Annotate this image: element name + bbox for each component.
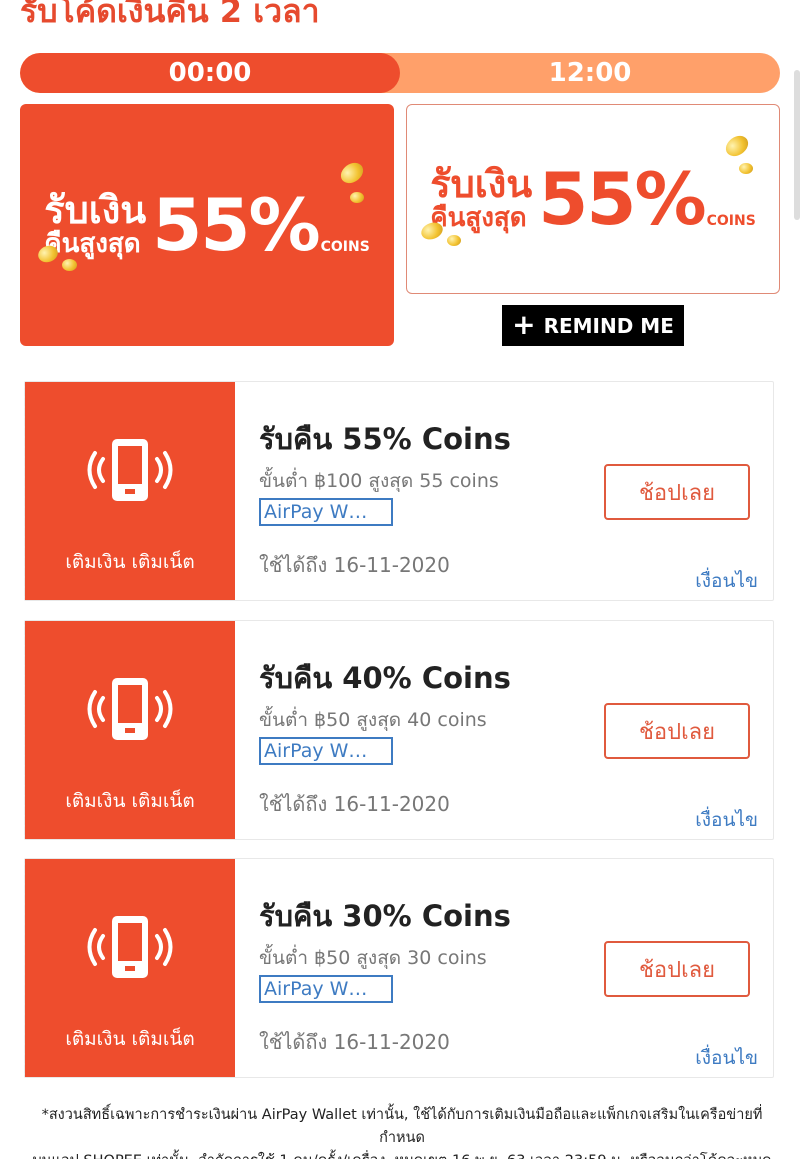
plus-icon: + [512,307,536,341]
active-slot-promo-banner: รับเงิน คืนสูงสุด 55% COINS [20,104,394,346]
promo-line1: รับเงิน [44,188,147,233]
footnote-line-2: บนแอป SHOPEE เท่านั้น, จำกัดการใช้ 1 คน/… [20,1150,784,1159]
remind-me-button[interactable]: + REMIND ME [502,305,684,346]
voucher-category-panel: เติมเงิน เติมเน็ต [21,621,235,839]
mobile-phone-signal-icon [87,678,173,740]
voucher-card: เติมเงิน เติมเน็ต รับคืน 30% Coins ขั้นต… [21,858,774,1078]
promo-unit: COINS [320,239,370,255]
terms-footnote: *สงวนสิทธิ์เฉพาะการชำระเงินผ่าน AirPay W… [20,1104,784,1159]
promo-percent: 55% [538,157,706,241]
voucher-payment-tag: AirPay W… [259,737,393,765]
gold-coin-icon [350,192,364,203]
promo-headline: รับเงิน คืนสูงสุด 55% COINS [430,157,756,241]
voucher-title: รับคืน 40% Coins [259,661,511,695]
shop-now-button[interactable]: ช้อปเลย [604,941,750,997]
mobile-phone-signal-icon [87,916,173,978]
time-slot-bar: 00:00 12:00 [20,53,780,93]
gold-coin-icon [62,259,77,271]
voucher-category-label: เติมเงิน เติมเน็ต [65,790,195,812]
scrollbar-thumb[interactable] [794,70,800,220]
promo-line2: คืนสูงสุด [44,229,141,260]
page-title: รับโค้ดเงินคืน 2 เวลา [20,0,320,30]
promo-percent: 55% [152,183,320,267]
shop-now-button[interactable]: ช้อปเลย [604,703,750,759]
voucher-expiry: ใช้ได้ถึง 16-11-2020 [259,1030,450,1054]
voucher-card: เติมเงิน เติมเน็ต รับคืน 40% Coins ขั้นต… [21,620,774,840]
voucher-payment-tag: AirPay W… [259,498,393,526]
mobile-phone-signal-icon [87,439,173,501]
voucher-min-spend: ขั้นต่ำ ฿50 สูงสุด 30 coins [259,947,487,969]
voucher-expiry: ใช้ได้ถึง 16-11-2020 [259,792,450,816]
promo-headline: รับเงิน คืนสูงสุด 55% COINS [44,183,370,267]
voucher-title: รับคืน 55% Coins [259,422,511,456]
voucher-expiry: ใช้ได้ถึง 16-11-2020 [259,553,450,577]
voucher-category-panel: เติมเงิน เติมเน็ต [21,859,235,1077]
time-slot-0000[interactable]: 00:00 [20,53,400,93]
shop-now-button[interactable]: ช้อปเลย [604,464,750,520]
upcoming-slot-promo-banner: รับเงิน คืนสูงสุด 55% COINS [406,104,780,294]
gold-coin-icon [722,131,752,161]
promo-unit: COINS [706,213,756,229]
voucher-card: เติมเงิน เติมเน็ต รับคืน 55% Coins ขั้นต… [21,381,774,601]
voucher-category-panel: เติมเงิน เติมเน็ต [21,382,235,600]
remind-me-label: REMIND ME [543,313,674,338]
voucher-min-spend: ขั้นต่ำ ฿50 สูงสุด 40 coins [259,709,487,731]
terms-link[interactable]: เงื่อนไข [695,805,758,835]
promo-line1: รับเงิน [430,162,533,207]
time-slot-1200[interactable]: 12:00 [400,53,780,93]
voucher-title: รับคืน 30% Coins [259,899,511,933]
voucher-min-spend: ขั้นต่ำ ฿100 สูงสุด 55 coins [259,470,499,492]
terms-link[interactable]: เงื่อนไข [695,1043,758,1073]
voucher-payment-tag: AirPay W… [259,975,393,1003]
footnote-line-1: *สงวนสิทธิ์เฉพาะการชำระเงินผ่าน AirPay W… [41,1107,763,1146]
voucher-category-label: เติมเงิน เติมเน็ต [65,1028,195,1050]
terms-link[interactable]: เงื่อนไข [695,566,758,596]
gold-coin-icon [739,163,753,174]
gold-coin-icon [447,235,461,246]
voucher-category-label: เติมเงิน เติมเน็ต [65,551,195,573]
promo-line2: คืนสูงสุด [430,203,527,234]
